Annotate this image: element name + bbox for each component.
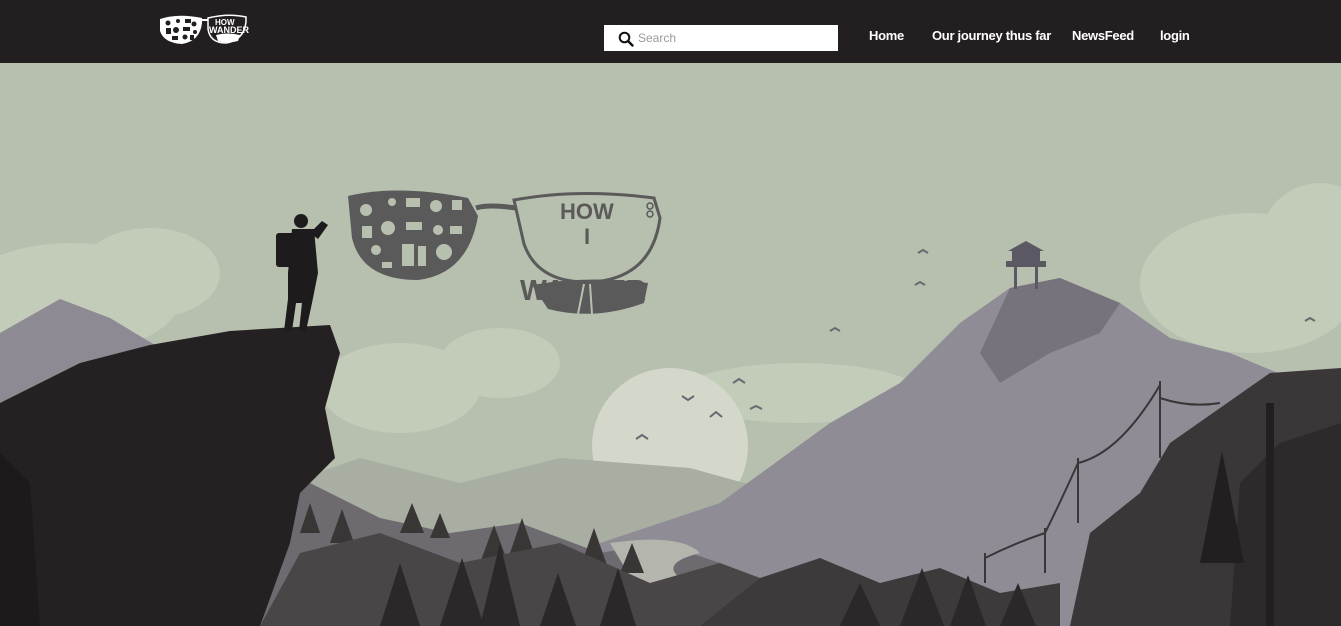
search-box[interactable] [604,25,838,51]
hero-logo-i: I [584,224,590,249]
nav-link-login[interactable]: login [1160,28,1190,43]
nav-link-our-journey[interactable]: Our journey thus far [932,28,1051,43]
top-navigation-bar: HOW WANDER Home Our journey thus far New… [0,0,1341,63]
hero-banner: HOW I WANDER [0,63,1341,626]
mountain-landscape-illustration: HOW I WANDER [0,63,1341,626]
search-icon [618,31,634,47]
search-input[interactable] [638,28,828,48]
sunglasses-logo-icon: HOW WANDER [160,14,249,44]
nav-link-home[interactable]: Home [869,28,904,43]
svg-text:WANDER: WANDER [209,25,249,35]
brand-logo[interactable]: HOW WANDER [158,13,250,47]
nav-link-newsfeed[interactable]: NewsFeed [1072,28,1134,43]
hero-logo-how: HOW [560,199,614,224]
